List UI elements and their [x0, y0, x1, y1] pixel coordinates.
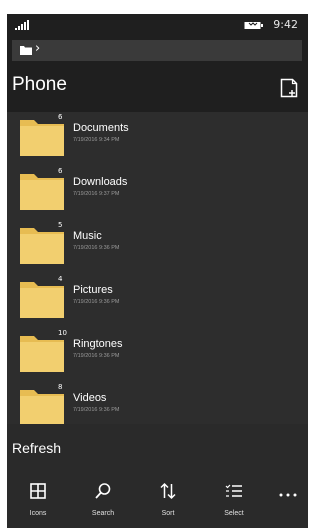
phone-screen: 9:42 › Phone 6 Documents 7/19/2016 9:34 …: [7, 14, 308, 528]
item-count: 5: [58, 221, 63, 229]
file-name: Music: [73, 230, 102, 242]
status-time: 9:42: [273, 18, 298, 31]
chevron-right-icon: ›: [35, 41, 41, 56]
icons-label: Icons: [29, 510, 47, 517]
more-icon[interactable]: [276, 488, 300, 502]
item-count: 8: [58, 383, 63, 391]
file-name: Videos: [73, 392, 107, 404]
file-name: Documents: [73, 122, 129, 134]
folder-icon: [20, 174, 64, 210]
sort-button[interactable]: Sort: [140, 482, 196, 526]
list-item[interactable]: 10 Ringtones 7/19/2016 9:36 PM: [7, 328, 308, 382]
folder-icon: [20, 120, 64, 156]
folder-icon: [20, 46, 32, 55]
file-date: 7/19/2016 9:36 PM: [73, 353, 120, 359]
title-row: Phone: [7, 64, 308, 112]
file-name: Ringtones: [73, 338, 123, 350]
search-button[interactable]: Search: [75, 482, 131, 526]
sort-icon: [160, 482, 176, 500]
grid-icon: [30, 483, 46, 499]
refresh-button[interactable]: Refresh: [12, 440, 61, 456]
file-date: 7/19/2016 9:34 PM: [73, 137, 120, 143]
file-date: 7/19/2016 9:36 PM: [73, 407, 120, 413]
file-date: 7/19/2016 9:36 PM: [73, 245, 120, 251]
app-bar: Refresh Icons Search Sort Select: [7, 424, 308, 528]
list-item[interactable]: 6 Downloads 7/19/2016 9:37 PM: [7, 166, 308, 220]
folder-icon: [20, 336, 64, 372]
item-count: 10: [58, 329, 67, 337]
folder-icon: [20, 390, 64, 424]
folder-icon: [20, 228, 64, 264]
file-date: 7/19/2016 9:37 PM: [73, 191, 120, 197]
status-bar: 9:42: [7, 14, 308, 38]
select-label: Select: [224, 510, 244, 517]
page-title: Phone: [12, 74, 67, 95]
file-name: Pictures: [73, 284, 113, 296]
battery-icon: [244, 22, 263, 29]
list-item[interactable]: 8 Videos 7/19/2016 9:36 PM: [7, 382, 308, 424]
select-button[interactable]: Select: [206, 482, 262, 526]
select-icon: [225, 484, 242, 497]
new-file-icon[interactable]: [280, 78, 298, 98]
list-item[interactable]: 6 Documents 7/19/2016 9:34 PM: [7, 112, 308, 166]
search-icon: [95, 483, 111, 499]
sort-label: Sort: [161, 510, 175, 517]
item-count: 6: [58, 113, 63, 121]
icons-button[interactable]: Icons: [10, 482, 66, 526]
list-item[interactable]: 4 Pictures 7/19/2016 9:36 PM: [7, 274, 308, 328]
item-count: 4: [58, 275, 63, 283]
signal-strength-icon: [15, 20, 29, 30]
file-date: 7/19/2016 9:36 PM: [73, 299, 120, 305]
file-name: Downloads: [73, 176, 128, 188]
item-count: 6: [58, 167, 63, 175]
file-list: 6 Documents 7/19/2016 9:34 PM 6 Download…: [7, 112, 308, 424]
list-item[interactable]: 5 Music 7/19/2016 9:36 PM: [7, 220, 308, 274]
folder-icon: [20, 282, 64, 318]
search-label: Search: [91, 510, 115, 517]
path-breadcrumb[interactable]: ›: [12, 40, 302, 61]
